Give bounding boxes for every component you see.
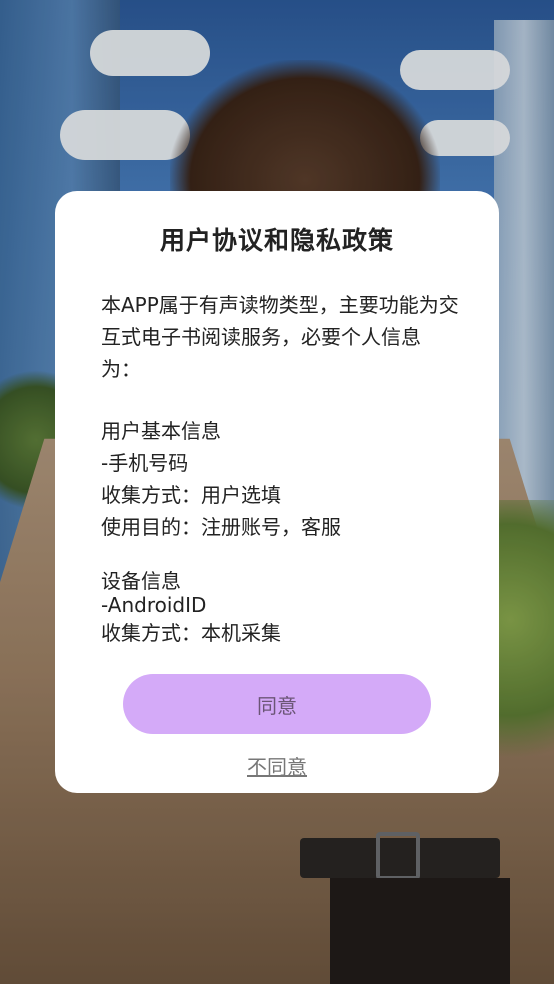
usage-purpose: 使用目的：注册账号，客服 xyxy=(101,515,341,539)
section-heading: 用户基本信息 xyxy=(101,419,221,443)
section-basic-info: 用户基本信息 -手机号码 收集方式：用户选填 使用目的：注册账号，客服 xyxy=(101,415,459,543)
section-device-info: 设备信息 -AndroidID 收集方式：本机采集 xyxy=(101,569,459,645)
section-item: -AndroidID xyxy=(101,593,207,617)
section-heading: 设备信息 xyxy=(101,569,181,593)
dialog-title: 用户协议和隐私政策 xyxy=(159,226,394,255)
disagree-link[interactable]: 不同意 xyxy=(55,751,499,780)
collection-method: 收集方式：本机采集 xyxy=(101,621,281,645)
collection-method: 收集方式：用户选填 xyxy=(101,483,281,507)
dialog-content[interactable]: 本APP属于有声读物类型，主要功能为交互式电子书阅读服务，必要个人信息为： 用户… xyxy=(101,289,459,645)
section-item: -手机号码 xyxy=(101,451,189,475)
agree-button[interactable]: 同意 xyxy=(123,674,431,734)
privacy-dialog: 用户协议和隐私政策 本APP属于有声读物类型，主要功能为交互式电子书阅读服务，必… xyxy=(55,191,499,793)
app-screen: 用户协议和隐私政策 本APP属于有声读物类型，主要功能为交互式电子书阅读服务，必… xyxy=(0,0,554,984)
intro-text: 本APP属于有声读物类型，主要功能为交互式电子书阅读服务，必要个人信息为： xyxy=(101,293,459,381)
